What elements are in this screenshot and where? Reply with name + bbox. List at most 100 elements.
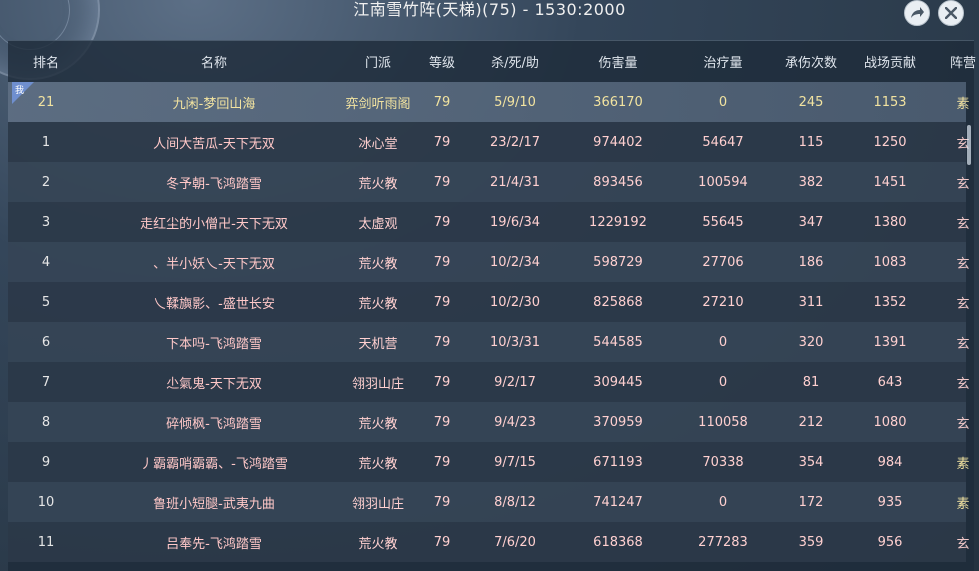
header-rank[interactable]: 排名 xyxy=(8,52,84,71)
cell-rank: 11 xyxy=(37,534,55,550)
cell-rank: 8 xyxy=(41,414,51,430)
cell-level: 79 xyxy=(433,294,451,310)
cell-heal: 0 xyxy=(718,494,728,510)
scrollbar-thumb[interactable] xyxy=(967,125,971,165)
cell-rank: 5 xyxy=(41,294,51,310)
cell-contribution: 935 xyxy=(877,494,903,510)
cell-camp: 素 xyxy=(956,496,970,512)
header-kda[interactable]: 杀/死/助 xyxy=(472,52,558,71)
cell-heal: 27706 xyxy=(702,254,744,270)
cell-name: 鲁班小短腿-武夷九曲 xyxy=(153,496,275,512)
cell-damage: 671193 xyxy=(593,454,643,470)
cell-contribution: 1250 xyxy=(873,134,907,150)
cell-school: 荒火教 xyxy=(358,296,398,312)
cell-damage: 893456 xyxy=(593,174,643,190)
cell-kda: 9/7/15 xyxy=(494,454,536,470)
cell-contribution: 1391 xyxy=(873,334,907,350)
table-row[interactable]: 6 下本吗-飞鸿踏雪 天机营 79 10/3/31 544585 0 320 1391 玄 xyxy=(8,322,970,362)
cell-camp: 玄 xyxy=(956,136,970,152)
cell-kda: 9/4/23 xyxy=(494,414,536,430)
header-heal[interactable]: 治疗量 xyxy=(678,52,768,71)
cell-name: 人间大苦瓜-天下无双 xyxy=(153,136,275,152)
table-row-self[interactable]: 我 21 九闲-梦回山海 弈剑听雨阁 79 5/9/10 366170 0 245 1153 素 xyxy=(8,82,970,122)
cell-school: 冰心堂 xyxy=(358,136,398,152)
cell-damage: 544585 xyxy=(593,334,643,350)
cell-heal: 55645 xyxy=(702,214,744,230)
cell-school: 荒火教 xyxy=(358,456,398,472)
cell-heal: 0 xyxy=(718,94,728,110)
cell-contribution: 956 xyxy=(877,534,903,550)
cell-camp: 玄 xyxy=(956,256,970,272)
cell-school: 荒火教 xyxy=(358,536,398,552)
cell-rank: 10 xyxy=(37,494,55,510)
window-title: 江南雪竹阵(天梯)(75) - 1530:2000 xyxy=(353,0,626,19)
cell-damage: 366170 xyxy=(593,94,643,110)
share-button[interactable] xyxy=(904,0,930,26)
cell-damage: 974402 xyxy=(593,134,643,150)
cell-school: 翎羽山庄 xyxy=(351,496,404,512)
cell-heal: 70338 xyxy=(702,454,744,470)
cell-hits-taken: 115 xyxy=(798,134,824,150)
table-row[interactable]: 8 碎倾枫-飞鸿踏雪 荒火教 79 9/4/23 370959 110058 212 1080 玄 xyxy=(8,402,970,442)
cell-camp: 玄 xyxy=(956,416,970,432)
cell-contribution: 1083 xyxy=(873,254,907,270)
table-row[interactable]: 10 鲁班小短腿-武夷九曲 翎羽山庄 79 8/8/12 741247 0 172 935 素 xyxy=(8,482,970,522)
cell-level: 79 xyxy=(433,334,451,350)
cell-hits-taken: 359 xyxy=(798,534,824,550)
cell-kda: 21/4/31 xyxy=(489,174,541,190)
cell-level: 79 xyxy=(433,254,451,270)
cell-name: 丿霸霸哨霸霸、-飞鸿踏雪 xyxy=(140,456,288,472)
cell-contribution: 984 xyxy=(877,454,903,470)
table-row[interactable]: 4 、半小妖乀-天下无双 荒火教 79 10/2/34 598729 27706 186 108… xyxy=(8,242,970,282)
cell-camp: 素 xyxy=(956,96,970,112)
header-level[interactable]: 等级 xyxy=(412,52,472,71)
cell-school: 荒火教 xyxy=(358,416,398,432)
cell-damage: 825868 xyxy=(593,294,643,310)
cell-name: 乀鞣旟影、-盛世长安 xyxy=(153,296,275,312)
cell-name: 吕奉先-飞鸿踏雪 xyxy=(166,536,262,552)
cell-rank: 3 xyxy=(41,214,51,230)
header-name[interactable]: 名称 xyxy=(84,52,344,71)
cell-school: 弈剑听雨阁 xyxy=(345,96,411,112)
cell-contribution: 1451 xyxy=(873,174,907,190)
table-row[interactable]: 2 冬予朝-飞鸿踏雪 荒火教 79 21/4/31 893456 100594 382 1451… xyxy=(8,162,970,202)
cell-kda: 10/2/34 xyxy=(489,254,541,270)
header-hits-taken[interactable]: 承伤次数 xyxy=(768,52,854,71)
close-button[interactable] xyxy=(938,0,964,26)
cell-hits-taken: 81 xyxy=(802,374,820,390)
table-row[interactable]: 5 乀鞣旟影、-盛世长安 荒火教 79 10/2/30 825868 27210 311 135… xyxy=(8,282,970,322)
cell-level: 79 xyxy=(433,94,451,110)
cell-hits-taken: 212 xyxy=(798,414,824,430)
header-camp[interactable]: 阵营 xyxy=(926,52,979,71)
cell-heal: 54647 xyxy=(702,134,744,150)
cell-hits-taken: 320 xyxy=(798,334,824,350)
table-row[interactable]: 11 吕奉先-飞鸿踏雪 荒火教 79 7/6/20 618368 277283 359 956 玄 xyxy=(8,522,970,562)
title-bar: 江南雪竹阵(天梯)(75) - 1530:2000 xyxy=(0,0,979,34)
header-damage[interactable]: 伤害量 xyxy=(558,52,678,71)
cell-camp: 玄 xyxy=(956,216,970,232)
table-row[interactable]: 3 走红尘的小僧卍-天下无双 太虚观 79 19/6/34 1229192 55645 347… xyxy=(8,202,970,242)
cell-contribution: 1352 xyxy=(873,294,907,310)
self-flag-label: 我 xyxy=(15,86,25,96)
cell-kda: 5/9/10 xyxy=(494,94,536,110)
cell-level: 79 xyxy=(433,454,451,470)
cell-damage: 370959 xyxy=(593,414,643,430)
header-contribution[interactable]: 战场贡献 xyxy=(854,52,926,71)
cell-level: 79 xyxy=(433,414,451,430)
cell-hits-taken: 311 xyxy=(798,294,824,310)
table-row[interactable]: 7 尐氣鬼-天下无双 翎羽山庄 79 9/2/17 309445 0 81 643 玄 xyxy=(8,362,970,402)
cell-kda: 10/3/31 xyxy=(489,334,541,350)
cell-school: 太虚观 xyxy=(358,216,398,232)
table-row[interactable]: 9 丿霸霸哨霸霸、-飞鸿踏雪 荒火教 79 9/7/15 671193 70338 354 98… xyxy=(8,442,970,482)
cell-name: 尐氣鬼-天下无双 xyxy=(166,376,262,392)
cell-name: 下本吗-飞鸿踏雪 xyxy=(166,336,262,352)
table-body: 我 21 九闲-梦回山海 弈剑听雨阁 79 5/9/10 366170 0 245 1153 素 1 人… xyxy=(8,82,970,562)
cell-kda: 7/6/20 xyxy=(494,534,536,550)
cell-rank: 1 xyxy=(41,134,51,150)
table-row[interactable]: 1 人间大苦瓜-天下无双 冰心堂 79 23/2/17 974402 54647 115 125… xyxy=(8,122,970,162)
cell-rank: 4 xyxy=(41,254,51,270)
cell-camp: 素 xyxy=(956,456,970,472)
cell-level: 79 xyxy=(433,374,451,390)
table-header: 排名 名称 门派 等级 杀/死/助 伤害量 治疗量 承伤次数 战场贡献 阵营 xyxy=(8,41,976,81)
header-school[interactable]: 门派 xyxy=(344,52,412,71)
